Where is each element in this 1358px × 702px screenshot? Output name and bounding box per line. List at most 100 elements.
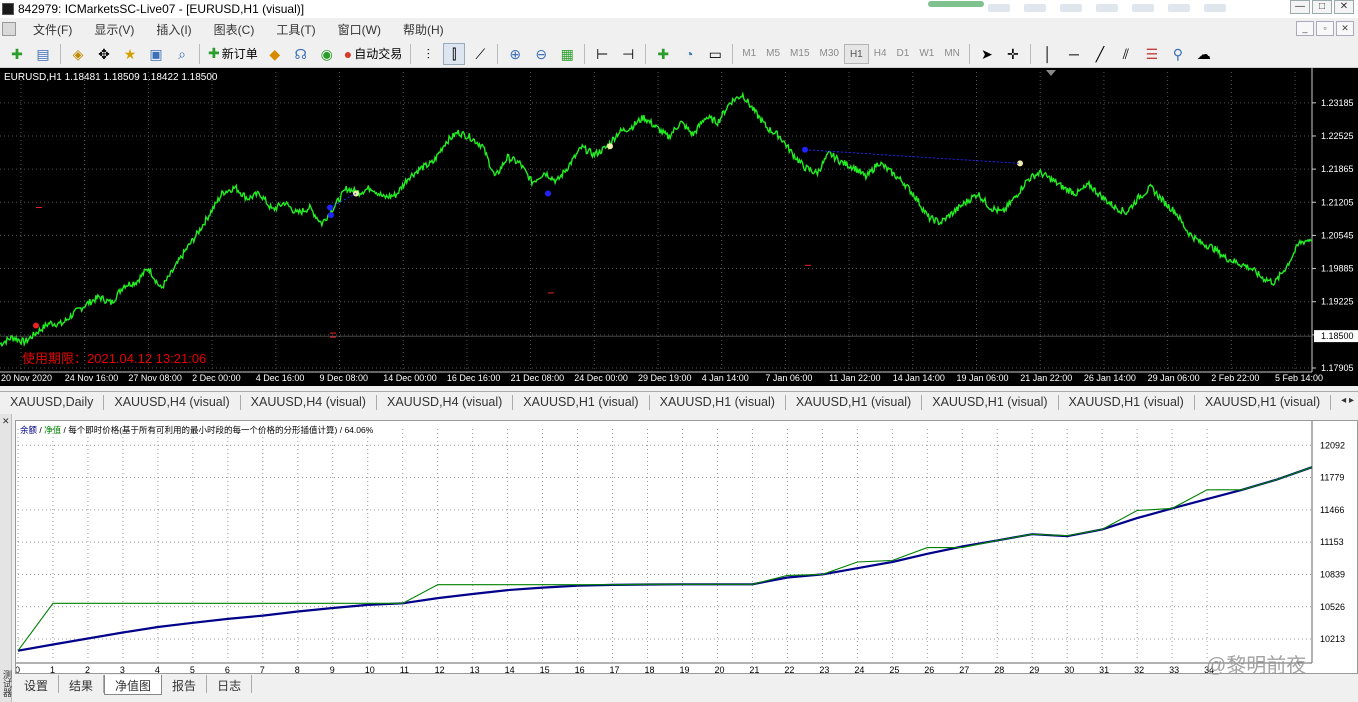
chart-tab-3[interactable]: XAUUSD,H4 (visual) [241,395,377,410]
timeframe-h1[interactable]: H1 [843,43,869,64]
equity-y-tick: 10839 [1320,569,1345,579]
cursor-icon[interactable]: ➤ [976,43,998,65]
main-toolbar: ✚ ▤ ◈ ✥ ★ ▣ ⌕ ✚ 新订单 ◆ ☊ ◉ ● 自动交易 ⫶ ⫿ ⟋ ⊕ ⊖… [0,40,1358,68]
app-icon [2,3,14,15]
watermark: @黎明前夜 [1206,655,1307,677]
time-tick-label: 29 Dec 19:00 [638,373,692,383]
equity-x-tick: 10 [365,665,375,675]
timeframe-m30[interactable]: M30 [815,44,844,64]
tile-windows-icon[interactable]: ▦ [556,43,578,65]
equity-x-tick: 29 [1029,665,1039,675]
indicators-icon[interactable]: ✚ [652,43,674,65]
equity-line [17,466,1313,652]
chart-close-button[interactable]: ✕ [1336,21,1354,36]
legend-equity: 净值 [44,425,62,435]
timeframe-h4[interactable]: H4 [869,44,892,64]
strategy-tester-icon[interactable]: ⌕ [171,43,193,65]
chart-restore-button[interactable]: ▫ [1316,21,1334,36]
equity-x-tick: 21 [749,665,759,675]
chart-tab-10[interactable]: XAUUSD,H1 (visual) [1195,395,1332,410]
close-button[interactable]: ✕ [1334,0,1354,14]
menu-insert[interactable]: 插入(I) [145,21,202,38]
equity-x-tick: 3 [120,665,125,675]
chart-tab-9[interactable]: XAUUSD,H1 (visual) [1059,395,1195,410]
data-window-icon[interactable]: ✥ [93,43,115,65]
templates-icon[interactable]: ▭ [704,43,726,65]
menu-help[interactable]: 帮助(H) [392,21,455,38]
chat-icon[interactable]: ☁ [1193,43,1215,65]
time-tick-label: 7 Jan 06:00 [765,373,812,383]
close-tester-icon[interactable]: ✕ [2,416,10,427]
chart-tabs-bar: XAUUSD,Daily XAUUSD,H4 (visual) XAUUSD,H… [0,391,1358,413]
timeframe-m5[interactable]: M5 [761,44,785,64]
profiles-icon[interactable]: ▤ [32,43,54,65]
chart-window-icon[interactable] [2,22,16,36]
time-tick-label: 21 Jan 22:00 [1020,373,1072,383]
chart-shift-icon[interactable]: ⊣ [617,43,639,65]
zoom-in-icon[interactable]: ⊕ [504,43,526,65]
chart-tab-7[interactable]: XAUUSD,H1 (visual) [786,395,923,410]
equity-graph[interactable]: 12092 11779 11466 11153 10839 10526 10213 0 1 2 3 4… [15,420,1358,677]
menu-file[interactable]: 文件(F) [22,21,83,38]
maximize-button[interactable]: □ [1312,0,1332,14]
menu-view[interactable]: 显示(V) [83,21,145,38]
zoom-out-icon[interactable]: ⊖ [530,43,552,65]
chart-tab-5[interactable]: XAUUSD,H1 (visual) [513,395,650,410]
tab-results[interactable]: 结果 [59,675,105,693]
timeframe-m15[interactable]: M15 [785,44,814,64]
equity-x-tick: 32 [1134,665,1144,675]
menu-charts[interactable]: 图表(C) [203,21,266,38]
timeframe-mn[interactable]: MN [939,44,965,64]
tab-report[interactable]: 报告 [162,675,208,693]
chart-tab-8[interactable]: XAUUSD,H1 (visual) [922,395,1059,410]
equity-x-tick: 22 [784,665,794,675]
equity-graph-canvas: 120921177911466111531083910526102130 1 2 3 4… [16,421,1345,675]
bar-chart-icon[interactable]: ⫶ [417,43,439,65]
market-icon[interactable]: ◉ [316,43,338,65]
chart-tab-2[interactable]: XAUUSD,H4 (visual) [104,395,241,410]
horizontal-line-icon[interactable]: ─ [1063,43,1085,65]
equity-x-tick: 24 [854,665,864,675]
progress-indicator [928,1,984,7]
equity-x-tick: 13 [470,665,480,675]
chart-minimize-button[interactable]: _ [1296,21,1314,36]
chart-tab-6[interactable]: XAUUSD,H1 (visual) [650,395,786,410]
periods-icon[interactable]: ◔ [678,43,700,65]
search-icon[interactable]: ⚲ [1167,43,1189,65]
navigator-icon[interactable]: ★ [119,43,141,65]
time-tick-label: 2 Feb 22:00 [1211,373,1259,383]
price-tick-label: 1.19885 [1321,264,1354,274]
menu-tools[interactable]: 工具(T) [265,21,326,38]
minimize-button[interactable]: — [1290,0,1310,14]
new-order-button[interactable]: ✚ 新订单 [204,45,262,62]
vertical-line-icon[interactable]: │ [1037,43,1059,65]
signals-icon[interactable]: ☊ [290,43,312,65]
chart-shift-marker[interactable] [1046,70,1056,76]
tab-settings[interactable]: 设置 [14,675,60,693]
time-tick-label: 27 Nov 08:00 [128,373,182,383]
timeframe-d1[interactable]: D1 [892,44,915,64]
crosshair-icon[interactable]: ✛ [1002,43,1024,65]
channel-icon[interactable]: ⫽ [1115,43,1137,65]
tabs-scroll-icon[interactable]: ◂ ▸ [1341,395,1354,406]
meta-editor-icon[interactable]: ◆ [264,43,286,65]
chart-tab-4[interactable]: XAUUSD,H4 (visual) [377,395,514,410]
terminal-icon[interactable]: ▣ [145,43,167,65]
chart-tab-1[interactable]: XAUUSD,Daily [0,395,105,410]
line-chart-icon[interactable]: ⟋ [469,43,491,65]
tab-journal[interactable]: 日志 [207,675,253,693]
price-chart[interactable]: 1.23185 1.22525 1.21865 1.21205 1.20545 1.198… [0,68,1358,386]
autoscroll-icon[interactable]: ⊢ [591,43,613,65]
auto-trading-button[interactable]: ● 自动交易 [340,45,406,62]
timeframe-m1[interactable]: M1 [737,44,761,64]
price-chart-canvas: 1.23185 1.22525 1.21865 1.21205 1.20545 1.198… [0,68,1358,383]
timeframe-w1[interactable]: W1 [914,44,939,64]
trendline-icon[interactable]: ╱ [1089,43,1111,65]
menu-window[interactable]: 窗口(W) [327,21,392,38]
fibonacci-icon[interactable]: ☰ [1141,43,1163,65]
market-watch-icon[interactable]: ◈ [67,43,89,65]
new-chart-icon[interactable]: ✚ [6,43,28,65]
candlestick-icon[interactable]: ⫿ [443,42,466,65]
equity-x-tick: 31 [1099,665,1109,675]
tab-equity-graph[interactable]: 净值图 [104,675,163,695]
